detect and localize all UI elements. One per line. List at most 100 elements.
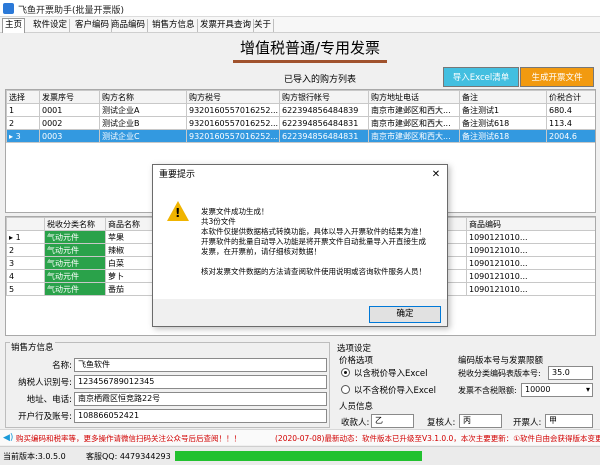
tab-software-settings[interactable]: 软件设定 [31, 19, 71, 32]
table-cell: 0001 [39, 103, 100, 117]
table-cell: 622394856484831 [279, 116, 369, 130]
table-cell: 气动元件 [44, 256, 106, 270]
table-cell: ▸ 1 [6, 230, 45, 244]
table-cell: 1090121010... [466, 282, 595, 296]
message-line: 发票，在开票前，请仔细核对数据！ [201, 247, 321, 256]
import-excel-button[interactable]: 导入Excel清单 [443, 67, 519, 87]
table-row-selected[interactable]: ▸ 3 0003 测试企业C 9320160557016252... 62239… [6, 129, 595, 143]
update-notice[interactable]: (2020-07-08)最新动态：软件版本已升级至V3.1.0.0，本次主要更新… [275, 433, 600, 444]
seller-name-field[interactable]: 飞鱼软件 [74, 358, 327, 372]
seller-bank-field[interactable]: 108866052421 [74, 409, 327, 423]
table-cell: 1 [6, 103, 40, 117]
receiver-label: 收款人: [341, 418, 370, 428]
table-cell: 622394856484831 [279, 129, 369, 143]
code-version-field[interactable]: 35.0 [548, 366, 593, 380]
issuer-field[interactable]: 甲 [545, 414, 593, 428]
code-version-title: 编码版本号与发票限额 [458, 356, 544, 366]
tab-customer-codes[interactable]: 客户编码 [73, 19, 113, 32]
table-cell: 0002 [39, 116, 100, 130]
title-underline [233, 60, 387, 63]
options-group: 选项设定 价格选项 以含税价导入Excel 以不含税价导入Excel 编码版本号… [335, 342, 596, 428]
dialog-title: 重要提示 [153, 165, 447, 185]
price-tax-excluded-label[interactable]: 以不含税价导入Excel [354, 384, 436, 396]
table-cell: 气动元件 [44, 230, 106, 244]
table-cell: 2 [6, 116, 40, 130]
column-header[interactable]: 价税合计 [546, 90, 595, 104]
seller-name-label: 名称: [52, 361, 72, 371]
speaker-icon: ◀) [3, 433, 14, 443]
table-cell: 9320160557016252... [186, 103, 280, 117]
column-header[interactable]: 发票序号 [39, 90, 100, 104]
table-cell: 1090121010... [466, 230, 595, 244]
generate-invoice-file-button[interactable]: 生成开票文件 [520, 67, 594, 87]
app-logo-icon [3, 3, 14, 14]
invoice-limit-label: 发票不含税限额: [458, 386, 517, 395]
reviewer-field[interactable]: 丙 [459, 414, 502, 428]
close-icon[interactable]: ✕ [429, 168, 443, 182]
seller-tax-id-field[interactable]: 123456789012345 [74, 375, 327, 389]
ok-button[interactable]: 确定 [369, 306, 441, 323]
table-cell: 气动元件 [44, 269, 106, 283]
column-header[interactable]: 购方银行帐号 [279, 90, 369, 104]
progress-fill [175, 451, 422, 461]
table-cell: 9320160557016252... [186, 129, 280, 143]
table-cell: 9320160557016252... [186, 116, 280, 130]
column-header[interactable]: 备注 [459, 90, 547, 104]
seller-tax-id-label: 纳税人识别号: [18, 378, 72, 388]
marquee-text: 购买编码和税率等，更多操作请微信扫码关注公众号后后查阅！！！ [16, 434, 241, 443]
tab-product-codes[interactable]: 商品编码 [109, 19, 149, 32]
options-group-title: 选项设定 [337, 344, 372, 354]
table-cell: 测试企业C [99, 129, 187, 143]
table-cell: ▸ 3 [6, 129, 40, 143]
seller-address-field[interactable]: 南京栖霞区恒竞路22号 [74, 392, 327, 406]
table-cell: 备注测试618 [459, 129, 547, 143]
notice-bar: ◀) 购买编码和税率等，更多操作请微信扫码关注公众号后后查阅！！！ (2020-… [0, 429, 600, 445]
table-cell: 5 [6, 282, 45, 296]
table-cell: 2 [6, 243, 45, 257]
issuer-label: 开票人: [513, 418, 542, 428]
price-tax-included-radio[interactable] [341, 368, 350, 377]
column-header[interactable]: 购方税号 [186, 90, 280, 104]
table-cell: 备注测试1 [459, 103, 547, 117]
tab-home[interactable]: 主页 [2, 18, 26, 33]
window-title: 飞鱼开票助手(批量开票版) [18, 6, 125, 16]
seller-info-group: 销售方信息 名称: 飞鱼软件 纳税人识别号: 123456789012345 地… [5, 341, 330, 428]
people-info-title: 人员信息 [339, 402, 374, 412]
table-cell: 气动元件 [44, 282, 106, 296]
table-row[interactable]: 2 0002 测试企业B 9320160557016252... 6223948… [6, 116, 595, 130]
column-header[interactable]: 商品编码 [466, 217, 595, 231]
alert-dialog: 重要提示 ✕ ! 发票文件成功生成！ 共3份文件 本软件仅提供数据格式转换功能，… [152, 164, 448, 327]
column-header[interactable]: 购方名称 [99, 90, 187, 104]
buyer-list-title: 已导入的购方列表 [283, 75, 356, 85]
table-cell: 2004.6 [546, 129, 595, 143]
receiver-field[interactable]: 乙 [371, 414, 414, 428]
table-cell: 622394856484839 [279, 103, 369, 117]
tab-seller-info[interactable]: 销售方信息 [150, 19, 198, 32]
price-options-title: 价格选项 [339, 356, 374, 366]
table-cell: 备注测试618 [459, 116, 547, 130]
column-header[interactable]: 税收分类名称 [44, 217, 106, 231]
table-cell: 4 [6, 269, 45, 283]
table-cell: 测试企业A [99, 103, 187, 117]
column-header[interactable]: 购方地址电话 [368, 90, 460, 104]
table-cell: 南京市建邺区和西大... [368, 116, 460, 130]
table-cell: 1090121010... [466, 243, 595, 257]
title-bar: 飞鱼开票助手(批量开票版) [0, 0, 600, 17]
page-title: 增值税普通/专用发票 [239, 39, 381, 57]
table-cell: 113.4 [546, 116, 595, 130]
table-cell: 680.4 [546, 103, 595, 117]
version-label: 当前版本:3.0.5.0 [3, 452, 66, 461]
price-tax-excluded-radio[interactable] [341, 385, 350, 394]
tab-about[interactable]: 关于 [252, 19, 275, 32]
table-row[interactable]: 1 0001 测试企业A 9320160557016252... 6223948… [6, 103, 595, 117]
code-version-label: 税收分类编码表版本号: [458, 369, 541, 378]
table-cell: 测试企业B [99, 116, 187, 130]
tab-invoice-query[interactable]: 发票开具查询 [198, 19, 255, 32]
support-qq: 客服QQ: 4479344293 [86, 452, 171, 461]
column-header[interactable]: 选择 [6, 90, 40, 104]
reviewer-label: 复核人: [427, 418, 456, 428]
warning-exclamation-icon: ! [175, 206, 181, 220]
price-tax-included-label[interactable]: 以含税价导入Excel [354, 367, 428, 379]
menu-bar: 主页 软件设定 客户编码 商品编码 销售方信息 发票开具查询 关于 [0, 17, 600, 33]
invoice-limit-select[interactable]: 10000 [521, 383, 593, 397]
